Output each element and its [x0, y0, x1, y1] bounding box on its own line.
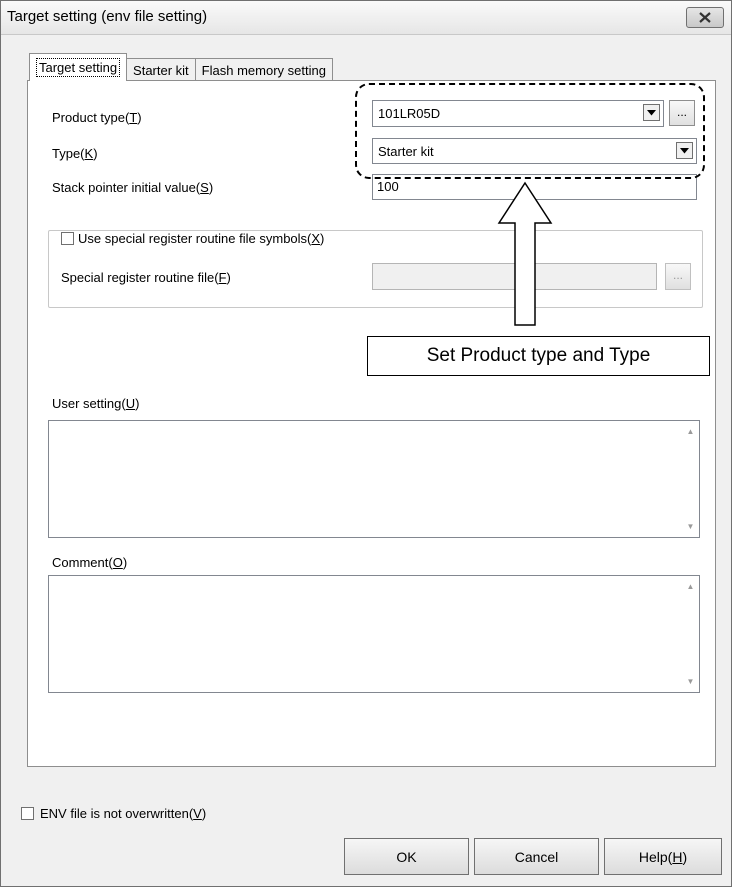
tab-starter-kit[interactable]: Starter kit — [126, 58, 196, 81]
close-button[interactable] — [686, 7, 724, 28]
user-setting-textarea[interactable]: ▲ ▼ — [48, 420, 700, 538]
env-not-overwritten-label: ENV file is not overwritten(V) — [40, 806, 207, 821]
use-special-register-label: Use special register routine file symbol… — [78, 231, 327, 246]
scroll-up-icon[interactable]: ▲ — [682, 578, 699, 595]
up-arrow-icon — [497, 181, 553, 326]
tab-flash-memory-setting[interactable]: Flash memory setting — [194, 58, 333, 81]
ok-button[interactable]: OK — [344, 838, 469, 875]
scroll-down-icon[interactable]: ▼ — [682, 518, 699, 535]
tab-target-setting[interactable]: Target setting — [29, 53, 128, 81]
user-setting-label: User setting(U) — [52, 396, 140, 411]
comment-scrollbar[interactable]: ▲ ▼ — [682, 576, 699, 692]
window-title: Target setting (env file setting) — [7, 8, 208, 25]
tab-strip: Target setting Starter kit Flash memory … — [29, 53, 333, 81]
annotation-callout: Set Product type and Type — [367, 336, 710, 376]
special-register-file-label: Special register routine file(F) — [61, 270, 231, 285]
comment-textarea[interactable]: ▲ ▼ — [48, 575, 700, 693]
scroll-down-icon[interactable]: ▼ — [682, 673, 699, 690]
title-bar[interactable]: Target setting (env file setting) — [1, 1, 731, 35]
product-type-label: Product type(T) — [52, 110, 142, 125]
comment-label: Comment(O) — [52, 555, 128, 570]
dialog-window: Target setting (env file setting) Target… — [0, 0, 732, 887]
type-label: Type(K) — [52, 146, 98, 161]
cancel-button[interactable]: Cancel — [474, 838, 599, 875]
stack-pointer-label: Stack pointer initial value(S) — [52, 180, 214, 195]
user-setting-scrollbar[interactable]: ▲ ▼ — [682, 421, 699, 537]
env-not-overwritten-checkbox[interactable] — [21, 807, 34, 820]
highlight-dashed-outline — [355, 83, 705, 179]
special-register-browse-button[interactable]: ... — [665, 263, 691, 290]
use-special-register-checkbox[interactable] — [61, 232, 74, 245]
help-button[interactable]: Help(H) — [604, 838, 722, 875]
scroll-up-icon[interactable]: ▲ — [682, 423, 699, 440]
close-icon — [699, 12, 711, 23]
